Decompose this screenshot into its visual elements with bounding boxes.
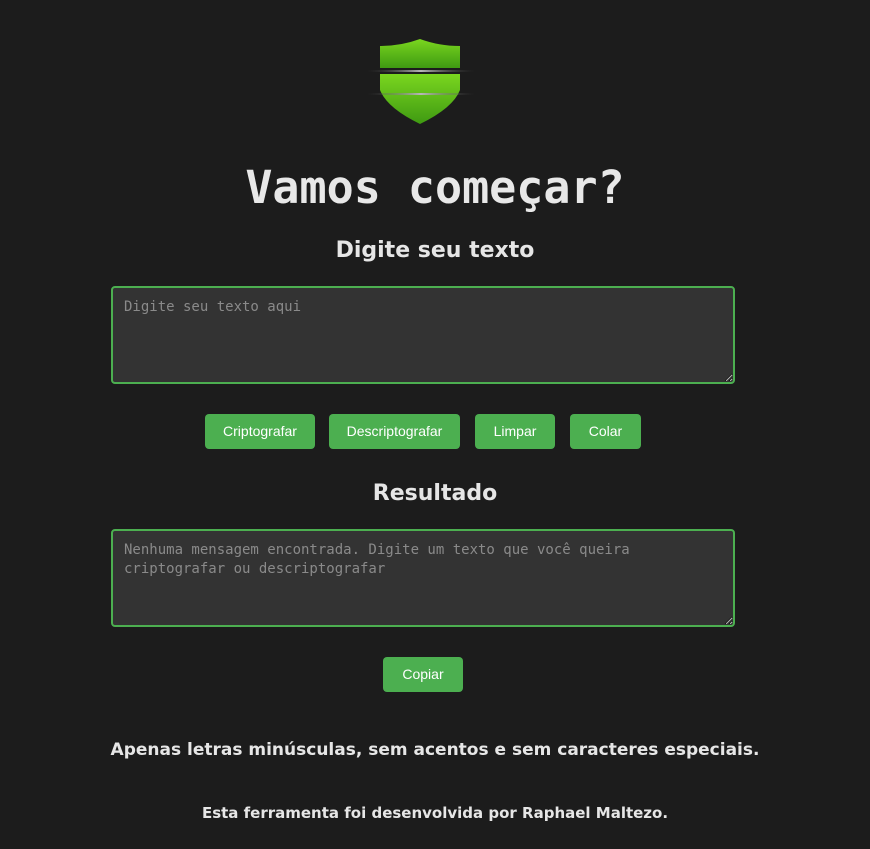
shield-logo-icon (367, 38, 475, 126)
decrypt-button[interactable]: Descriptografar (329, 414, 460, 449)
paste-button[interactable]: Colar (570, 414, 641, 449)
copy-button[interactable]: Copiar (383, 657, 463, 692)
encrypt-button[interactable]: Criptografar (205, 414, 315, 449)
page-title: Vamos começar? (245, 161, 625, 214)
result-heading: Resultado (372, 481, 498, 506)
rules-note: Apenas letras minúsculas, sem acentos e … (110, 740, 760, 760)
credit-footer: Esta ferramenta foi desenvolvida por Rap… (201, 804, 669, 822)
input-textarea[interactable] (111, 286, 735, 384)
input-heading: Digite seu texto (335, 238, 535, 263)
clear-button[interactable]: Limpar (475, 414, 555, 449)
result-textarea[interactable] (111, 529, 735, 627)
